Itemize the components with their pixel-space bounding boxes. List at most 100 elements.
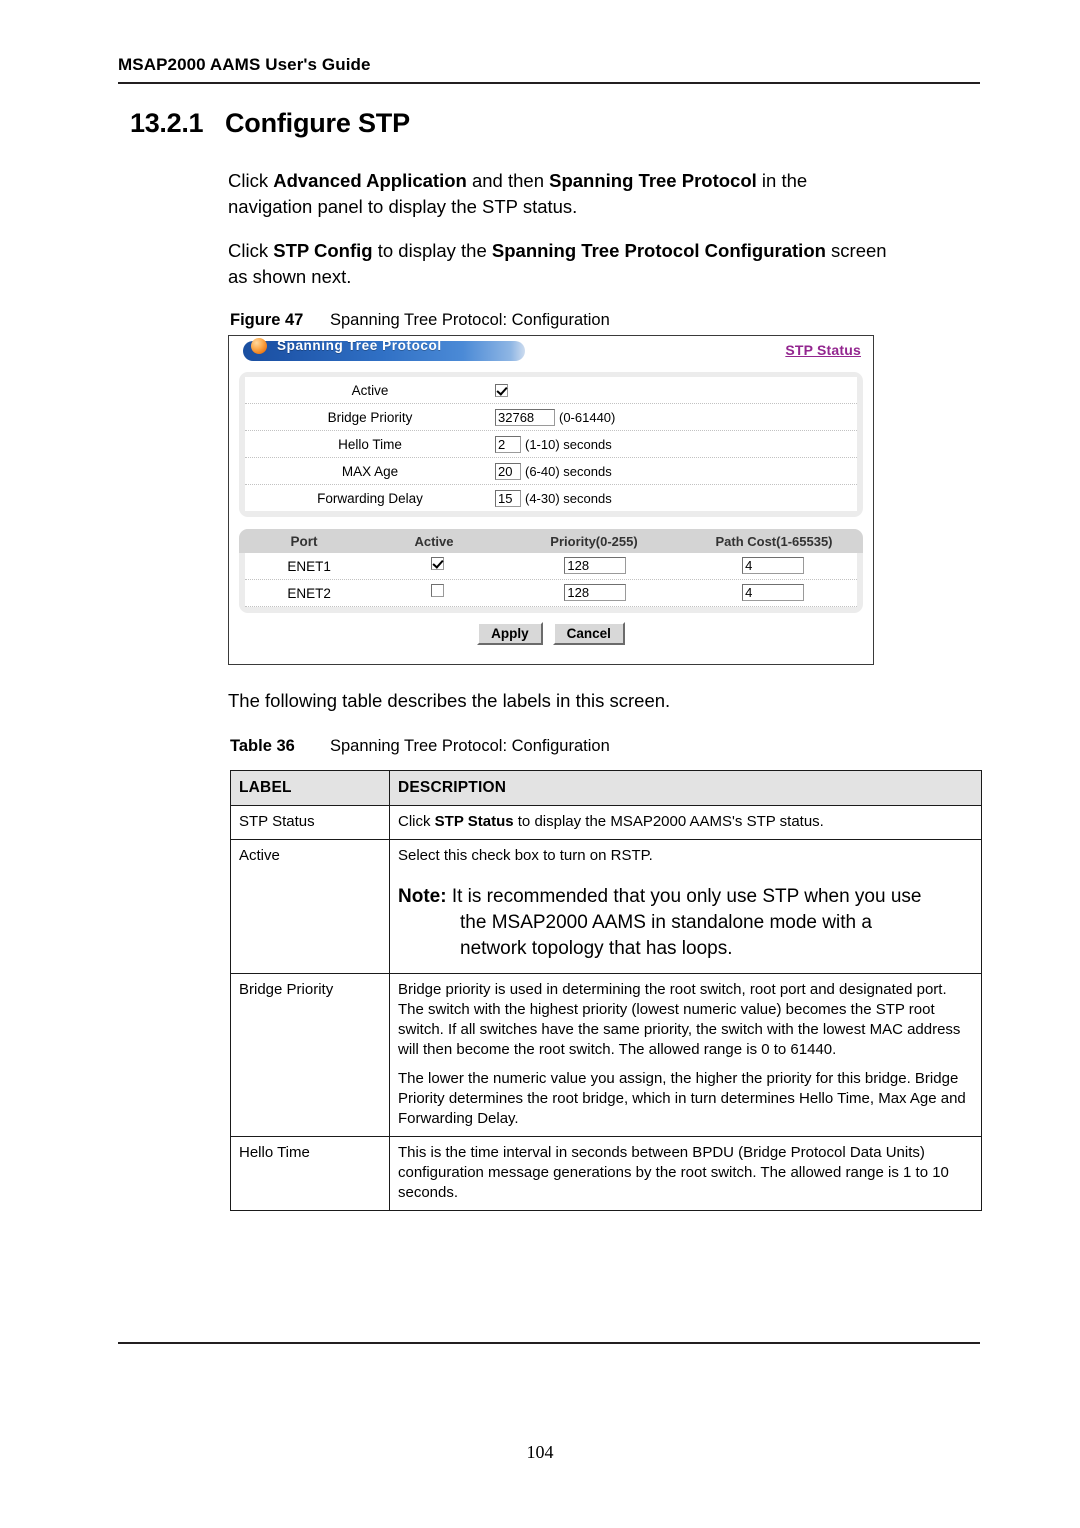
note-callout: Note: It is recommended that you only us… [398,884,973,962]
port-active-cell-enet1 [373,557,501,575]
field-hello-time: (1-10) seconds [495,435,612,453]
screen-topbar: Spanning Tree Protocol STP Status [229,336,873,370]
field-active [495,383,508,397]
active-desc-text: Select this check box to turn on RSTP. [398,847,653,864]
header-divider [118,82,980,84]
port-name-enet1: ENET1 [287,558,331,574]
para2-text-a: Click [228,240,274,261]
note-label: Note: [398,886,447,907]
stp-status-desc-c: to display the MSAP2000 AAMS's STP statu… [513,813,824,830]
field-bridge-priority: (0-61440) [495,408,616,426]
port-path-cost-cell-enet2 [689,584,857,602]
port-settings-panel: Port Active Priority(0-255) Path Cost(1-… [239,529,863,613]
port-priority-cell-enet2 [502,584,690,602]
section-heading: 13.2.1 Configure STP [130,108,980,139]
field-max-age: (6-40) seconds [495,462,612,480]
row-label-bridge-priority: Bridge Priority [230,973,390,1137]
table-header-row: LABEL DESCRIPTION [230,770,982,806]
stp-status-desc-a: Click [398,813,435,830]
apply-button[interactable]: Apply [477,622,543,645]
row-label-active: Active [230,839,390,974]
enet2-priority-input[interactable] [564,584,627,601]
port-active-cell-enet2 [373,584,501,602]
settings-row-active: Active [245,377,857,404]
intro-paragraph-3: The following table describes the labels… [228,690,671,711]
table-head: LABEL DESCRIPTION [230,770,982,806]
para1-bold-spanning-tree-protocol: Spanning Tree Protocol [549,170,757,191]
running-header-title: MSAP2000 AAMS User's Guide [118,55,371,74]
enet1-active-checkbox[interactable] [430,557,444,570]
row-description-hello-time: This is the time interval in seconds bet… [389,1136,982,1211]
note-line-2: the MSAP2000 AAMS in standalone mode wit… [460,912,872,933]
label-forwarding-delay: Forwarding Delay [317,490,423,506]
bridge-priority-hint: (0-61440) [559,409,616,425]
label-bridge-priority: Bridge Priority [327,409,413,425]
label-hello-time: Hello Time [338,436,402,452]
footer-divider [118,1342,980,1344]
row-label-hello-time: Hello Time [230,1136,390,1211]
cancel-button[interactable]: Cancel [552,622,625,645]
sphere-icon [251,338,267,354]
figure-screenshot-stp-configuration: Spanning Tree Protocol STP Status Active… [228,335,874,665]
forwarding-delay-input[interactable] [495,489,521,507]
para2-text-b: to display the [372,240,492,261]
table-caption: Table 36 Spanning Tree Protocol: Configu… [230,737,930,756]
intro-paragraph-2: Click STP Config to display the Spanning… [228,238,888,290]
max-age-input[interactable] [495,462,521,480]
col-header-path-cost: Path Cost(1-65535) [715,533,833,549]
screen-title-label: Spanning Tree Protocol [277,338,442,353]
field-forwarding-delay: (4-30) seconds [495,489,612,507]
table-row: Active Select this check box to turn on … [230,839,982,974]
bridge-priority-desc-p1: Bridge priority is used in determining t… [398,981,961,1058]
enet1-path-cost-input[interactable] [742,557,805,574]
para2-bold-stp-config: STP Config [273,240,373,261]
para2-bold-stp-configuration: Spanning Tree Protocol Configuration [491,240,826,261]
stp-status-desc-bold: STP Status [434,813,514,830]
table-body: STP Status Click STP Status to display t… [230,805,982,1211]
settings-row-forwarding-delay: Forwarding Delay (4-30) seconds [245,485,857,511]
hello-time-input[interactable] [495,435,521,453]
section-number: 13.2.1 [130,108,204,138]
stp-settings-panel: Active Bridge Priority (0-61440) Hello T… [239,372,863,517]
table-row: ENET2 [245,580,857,607]
bridge-priority-input[interactable] [495,408,555,426]
col-header-port: Port [290,533,318,549]
hello-time-hint: (1-10) seconds [525,436,612,452]
port-priority-cell-enet1 [502,557,690,575]
active-checkbox[interactable] [495,383,508,397]
page-number: 104 [526,1442,554,1462]
table-row: Bridge Priority Bridge priority is used … [230,973,982,1137]
para1-bold-advanced-application: Advanced Application [273,170,467,191]
table-caption-text: Spanning Tree Protocol: Configuration [330,737,610,755]
settings-row-hello-time: Hello Time (1-10) seconds [245,431,857,458]
label-description-table: LABEL DESCRIPTION STP Status Click STP S… [230,770,982,1211]
settings-row-bridge-priority: Bridge Priority (0-61440) [245,404,857,431]
col-header-priority: Priority(0-255) [550,533,638,549]
para1-text-a: Click [228,170,274,191]
row-description-bridge-priority: Bridge priority is used in determining t… [389,973,982,1137]
bridge-priority-desc-p2: The lower the numeric value you assign, … [398,1070,966,1127]
row-description-active: Select this check box to turn on RSTP. N… [389,839,982,974]
port-path-cost-cell-enet1 [689,557,857,575]
figure-caption-label: Figure 47 [230,311,304,329]
enet2-active-checkbox[interactable] [430,584,444,597]
table-caption-label: Table 36 [230,737,295,755]
enet2-path-cost-input[interactable] [742,584,805,601]
para1-text-b: and then [466,170,550,191]
port-table-header: Port Active Priority(0-255) Path Cost(1-… [239,529,863,553]
label-max-age: MAX Age [341,463,399,479]
column-header-description: DESCRIPTION [389,770,982,806]
row-description-stp-status: Click STP Status to display the MSAP2000… [389,805,982,840]
page-title: Configure STP [225,108,410,138]
figure-caption: Figure 47 Spanning Tree Protocol: Config… [230,311,930,330]
row-label-stp-status: STP Status [230,805,390,840]
figure-caption-text: Spanning Tree Protocol: Configuration [330,311,610,329]
table-row: ENET1 [245,553,857,580]
enet1-priority-input[interactable] [564,557,627,574]
stp-status-link[interactable]: STP Status [785,342,861,358]
col-header-active: Active [414,533,454,549]
note-line-3: network topology that has loops. [460,938,733,959]
table-row: Hello Time This is the time interval in … [230,1136,982,1211]
label-active: Active [351,382,389,398]
table-row: STP Status Click STP Status to display t… [230,805,982,840]
